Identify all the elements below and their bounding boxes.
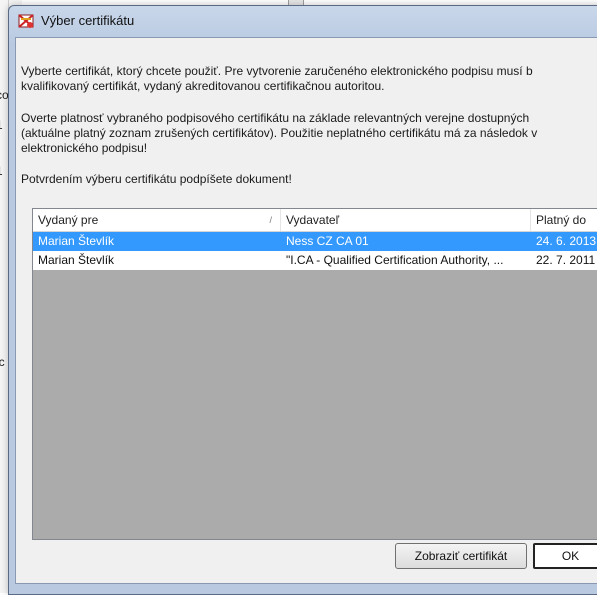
- sort-indicator-icon: /: [269, 215, 272, 225]
- confirmation-text: Potvrdením výberu certifikátu podpíšete …: [21, 172, 292, 186]
- dialog-title: Výber certifikátu: [41, 13, 135, 28]
- certificate-app-icon: [18, 14, 34, 28]
- column-header-label: Platný do: [536, 213, 587, 227]
- certificate-selection-dialog: Výber certifikátu Vyberte certifikát, kt…: [8, 5, 597, 595]
- list-header: Vydaný pre / Vydavateľ Platný do: [33, 209, 597, 232]
- background-text-fragment: 1: [0, 164, 3, 178]
- show-certificate-button[interactable]: Zobraziť certifikát: [395, 543, 527, 569]
- table-row[interactable]: Marian Števlík Ness CZ CA 01 24. 6. 2013: [33, 232, 597, 251]
- cell-valid-to: 24. 6. 2013: [536, 234, 597, 248]
- background-text-fragment: 1: [0, 118, 3, 132]
- table-row[interactable]: Marian Števlík "I.CA - Qualified Certifi…: [33, 251, 597, 270]
- title-bar[interactable]: Výber certifikátu: [9, 6, 597, 36]
- column-header-valid-to[interactable]: Platný do: [531, 209, 597, 231]
- ok-button[interactable]: OK: [533, 543, 597, 569]
- validity-warning-text: elektronického podpisu!: [21, 141, 148, 155]
- column-header-label: Vydavateľ: [286, 213, 340, 227]
- cell-issuer: "I.CA - Qualified Certification Authorit…: [286, 253, 504, 267]
- instruction-text: kvalifikovaný certifikát, vydaný akredit…: [21, 79, 385, 93]
- certificate-list[interactable]: Vydaný pre / Vydavateľ Platný do Marian …: [32, 208, 597, 540]
- validity-warning-text: Overte platnosť vybraného podpisového ce…: [21, 111, 530, 125]
- cell-issuer: Ness CZ CA 01: [286, 234, 369, 248]
- instruction-text: Vyberte certifikát, ktorý chcete použiť.…: [21, 64, 533, 78]
- column-header-issued-to[interactable]: Vydaný pre /: [33, 209, 281, 231]
- cell-valid-to: 22. 7. 2011: [536, 253, 596, 267]
- cell-issued-to: Marian Števlík: [38, 234, 115, 248]
- cell-issued-to: Marian Števlík: [38, 253, 115, 267]
- validity-warning-text: (aktuálne platný zoznam zrušených certif…: [21, 126, 538, 140]
- background-text-fragment: ic: [0, 355, 5, 369]
- column-header-issuer[interactable]: Vydavateľ: [281, 209, 531, 231]
- column-header-label: Vydaný pre: [38, 213, 99, 227]
